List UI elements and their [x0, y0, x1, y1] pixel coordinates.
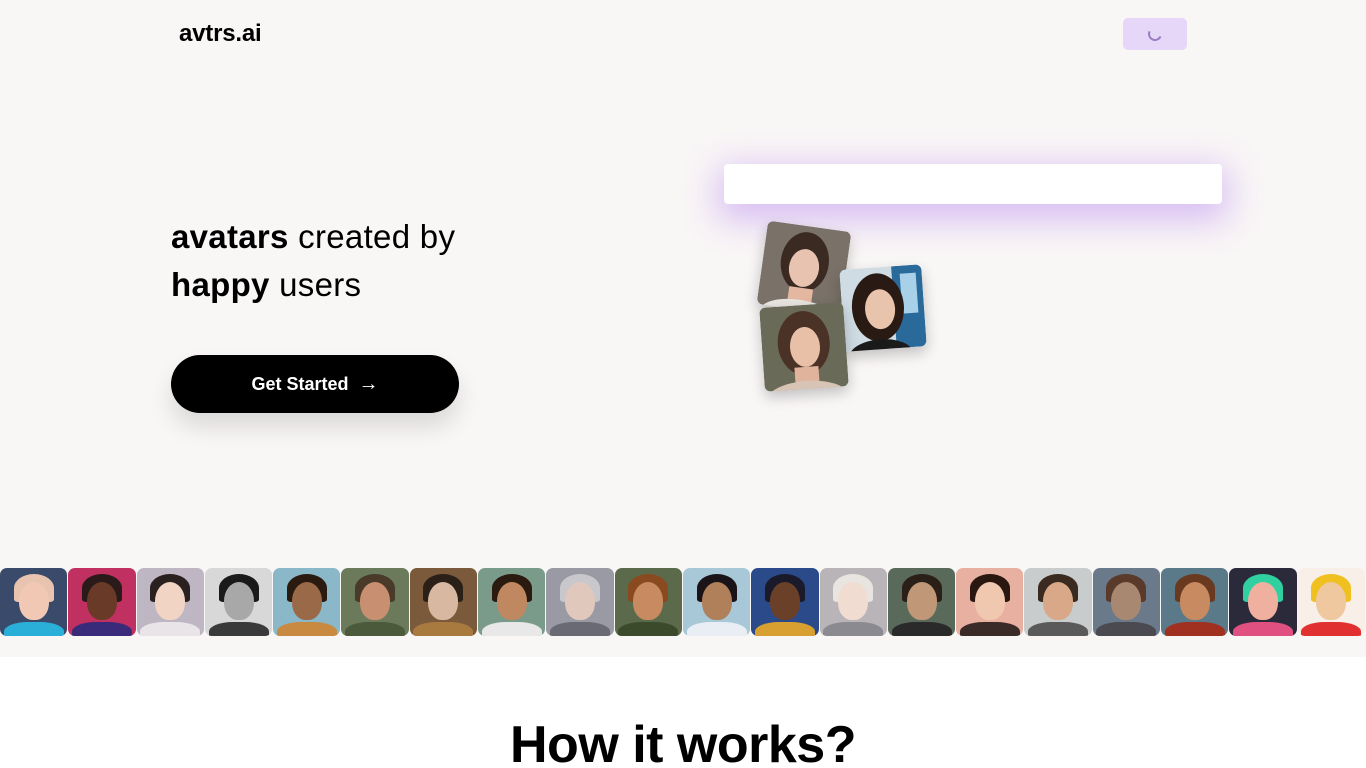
get-started-label: Get Started — [251, 373, 349, 394]
avatar-body — [823, 622, 884, 636]
loading-spinner-icon — [1146, 25, 1164, 43]
avatar-thumbnail — [1297, 568, 1365, 636]
headline-bold-2: happy — [171, 266, 270, 303]
avatar-thumbnail — [136, 568, 204, 636]
avatar-thumbnail — [887, 568, 956, 636]
avatar-thumbnail — [1229, 568, 1297, 636]
avatar-thumbnail — [682, 568, 751, 636]
site-logo[interactable]: avtrs.ai — [179, 20, 262, 48]
headline-text-1: created by — [288, 218, 456, 255]
avatar-thumbnail — [204, 568, 273, 636]
avatar-body — [1096, 622, 1157, 636]
avatar-face — [1043, 582, 1074, 620]
avatar-body — [1232, 622, 1293, 636]
avatar-thumbnail — [1024, 568, 1092, 636]
sample-photo-2 — [839, 264, 927, 352]
avatar-face — [223, 582, 254, 620]
avatar-body — [71, 622, 132, 636]
avatar-face — [360, 582, 391, 620]
hero-headline: avatars created by happy users — [171, 213, 455, 309]
avatar-body — [754, 622, 815, 636]
avatar-body — [1028, 622, 1089, 636]
avatar-body — [550, 622, 611, 636]
avatar-thumbnail — [546, 568, 614, 636]
avatar-thumbnail — [956, 568, 1024, 636]
avatar-face — [291, 582, 322, 620]
avatar-face — [428, 582, 459, 620]
avatar-body — [891, 622, 952, 636]
avatar-face — [1316, 582, 1347, 620]
avatar-thumbnail — [478, 568, 546, 636]
avatar-thumbnail — [273, 568, 341, 636]
arrow-right-icon: → — [358, 372, 379, 395]
avatar-thumbnail — [0, 568, 68, 636]
avatar-thumbnail — [751, 568, 819, 636]
how-it-works-title: How it works? — [510, 716, 856, 768]
prompt-input[interactable] — [724, 164, 1222, 204]
avatar-face — [1247, 582, 1278, 620]
avatar-face — [906, 582, 937, 620]
avatar-body — [345, 622, 406, 636]
avatar-thumbnail — [341, 568, 409, 636]
headline-text-2: users — [269, 266, 362, 303]
avatar-body — [413, 622, 474, 636]
avatar-body — [208, 622, 269, 636]
avatar-face — [769, 582, 800, 620]
get-started-button[interactable]: Get Started → — [171, 355, 459, 413]
avatar-thumbnail — [819, 568, 887, 636]
avatar-face — [86, 582, 117, 620]
avatar-face — [565, 582, 596, 620]
avatar-body — [3, 622, 64, 636]
avatar-face — [18, 582, 49, 620]
avatar-body — [959, 622, 1020, 636]
sample-photo-3 — [759, 302, 849, 392]
avatar-gallery-strip — [0, 568, 1366, 636]
avatar-body — [1164, 622, 1225, 636]
avatar-body — [481, 622, 542, 636]
avatar-face — [1111, 582, 1142, 620]
avatar-thumbnail — [1161, 568, 1229, 636]
avatar-face — [155, 582, 186, 620]
avatar-body — [1301, 622, 1362, 636]
avatar-face — [1179, 582, 1210, 620]
avatar-body — [276, 622, 337, 636]
nav-login-button[interactable] — [1123, 18, 1187, 50]
avatar-thumbnail — [409, 568, 478, 636]
avatar-thumbnail — [614, 568, 682, 636]
headline-bold-1: avatars — [171, 218, 289, 255]
avatar-face — [974, 582, 1005, 620]
avatar-face — [701, 582, 732, 620]
avatar-face — [496, 582, 527, 620]
avatar-face — [633, 582, 664, 620]
avatar-thumbnail — [68, 568, 136, 636]
avatar-thumbnail — [1092, 568, 1161, 636]
sample-photo-1 — [756, 220, 852, 316]
avatar-body — [686, 622, 747, 636]
avatar-face — [838, 582, 869, 620]
avatar-body — [140, 622, 201, 636]
avatar-body — [618, 622, 679, 636]
